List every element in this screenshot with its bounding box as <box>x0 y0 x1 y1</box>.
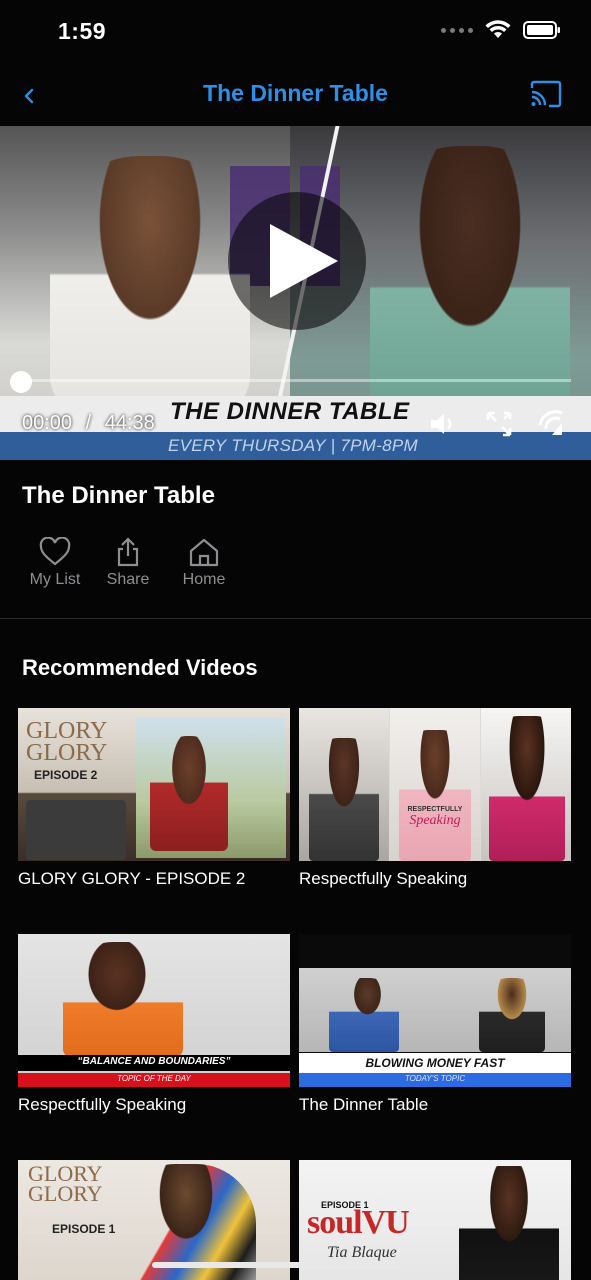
person-image <box>329 978 399 1052</box>
thumb-text: TOPIC OF THE DAY <box>117 1074 191 1083</box>
video-title: The Dinner Table <box>299 1095 429 1114</box>
video-thumbnail[interactable]: RESPECTFULLY Speaking <box>299 708 571 861</box>
progress-track[interactable] <box>20 379 571 382</box>
video-thumbnail[interactable]: GLORY GLORY EPISODE 2 <box>18 708 290 861</box>
fullscreen-icon[interactable] <box>484 409 514 439</box>
video-player[interactable]: THE DINNER TABLE EVERY THURSDAY | 7PM-8P… <box>0 126 591 460</box>
video-card[interactable]: GLORY GLORY EPISODE 2 GLORY GLORY - EPIS… <box>18 708 290 889</box>
status-time: 1:59 <box>58 18 107 44</box>
thumb-text: Tia Blaque <box>327 1244 397 1261</box>
signal-icon <box>441 27 473 33</box>
share-button[interactable]: Share <box>90 537 166 589</box>
battery-icon <box>523 21 560 39</box>
cast-icon[interactable] <box>529 80 563 108</box>
thumb-text: RESPECTFULLY <box>407 806 463 813</box>
person-image <box>479 978 545 1052</box>
thumb-text: EPISODE 1 <box>52 1222 116 1236</box>
volume-icon[interactable] <box>428 409 458 439</box>
laptop-image <box>26 800 126 860</box>
video-card[interactable]: “BALANCE AND BOUNDARIES” TOPIC OF THE DA… <box>18 934 290 1115</box>
video-card[interactable]: RESPECTFULLY Speaking Respectfully Speak… <box>299 708 571 889</box>
current-time: 00:00 <box>22 412 73 434</box>
thumb-text: “BALANCE AND BOUNDARIES” <box>77 1056 231 1067</box>
banner-subtitle: EVERY THURSDAY | 7PM-8PM <box>168 436 418 455</box>
action-bar: My List Share Home <box>22 537 242 589</box>
person-image <box>150 736 228 851</box>
video-title: Respectfully Speaking <box>18 1095 187 1114</box>
my-list-button[interactable]: My List <box>20 537 90 589</box>
home-icon <box>189 538 219 567</box>
nav-title: The Dinner Table <box>203 80 388 106</box>
home-label: Home <box>182 571 226 588</box>
video-thumbnail[interactable]: “BALANCE AND BOUNDARIES” TOPIC OF THE DA… <box>18 934 290 1087</box>
host-right <box>370 146 570 426</box>
video-title: Respectfully Speaking <box>299 869 468 888</box>
video-title: GLORY GLORY - EPISODE 2 <box>18 869 246 888</box>
status-icons <box>441 20 561 40</box>
thumb-text: TODAY'S TOPIC <box>404 1074 466 1083</box>
heart-icon <box>39 537 71 566</box>
progress-thumb[interactable] <box>10 371 32 393</box>
time-readout: 00:00 / 44:38 <box>22 412 155 435</box>
play-button[interactable] <box>228 192 366 330</box>
share-label: Share <box>106 571 150 588</box>
airplay-icon[interactable] <box>536 409 566 439</box>
person-image <box>459 1166 559 1280</box>
video-card[interactable]: BLOWING MONEY FAST TODAY'S TOPIC The Din… <box>299 934 571 1115</box>
time-separator: / <box>85 412 92 434</box>
thumb-text: soulVU <box>307 1204 410 1241</box>
host-left <box>50 156 250 416</box>
section-title: Recommended Videos <box>22 655 258 680</box>
home-button[interactable]: Home <box>166 537 242 589</box>
my-list-label: My List <box>29 571 81 588</box>
banner-title: THE DINNER TABLE <box>170 398 410 425</box>
wifi-icon <box>485 20 511 38</box>
thumb-text: GLORY <box>26 718 108 744</box>
person-image <box>63 942 183 1057</box>
duration: 44:38 <box>104 412 155 434</box>
thumb-text: EPISODE 2 <box>34 768 98 782</box>
show-title: The Dinner Table <box>22 482 215 509</box>
nav-bar: The Dinner Table <box>0 62 591 126</box>
person-image <box>309 738 379 861</box>
person-image <box>489 716 565 861</box>
thumb-text: GLORY <box>26 740 108 766</box>
status-bar: 1:59 <box>0 0 591 62</box>
person-image <box>399 730 471 861</box>
home-indicator[interactable] <box>152 1262 400 1268</box>
video-thumbnail[interactable]: BLOWING MONEY FAST TODAY'S TOPIC <box>299 934 571 1087</box>
share-icon <box>117 537 139 567</box>
divider <box>0 618 591 619</box>
thumb-text: Speaking <box>409 813 461 828</box>
thumb-text: GLORY <box>28 1181 103 1206</box>
thumb-text: BLOWING MONEY FAST <box>365 1056 505 1070</box>
play-icon <box>270 224 338 298</box>
app-screen: 1:59 The Dinner Table THE DINNER TABLE E… <box>0 0 591 1280</box>
